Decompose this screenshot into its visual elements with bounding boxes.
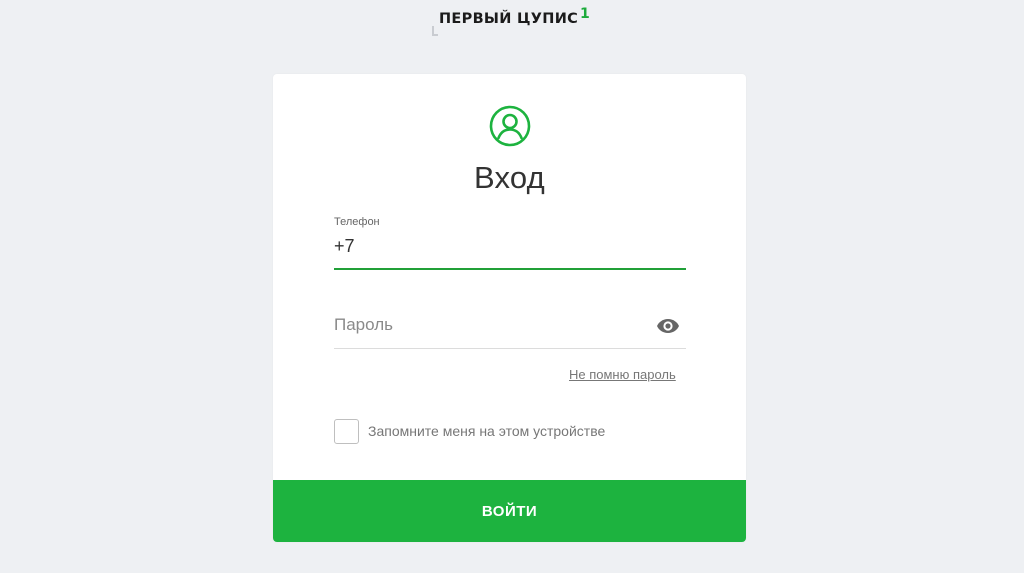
- password-input[interactable]: Пароль: [334, 315, 393, 335]
- logo-corner-mark: [432, 26, 438, 36]
- remember-me-checkbox[interactable]: [334, 419, 359, 444]
- phone-label: Телефон: [334, 216, 380, 228]
- eye-icon[interactable]: [656, 318, 680, 334]
- login-title: Вход: [474, 160, 545, 195]
- brand-mark: 1: [580, 6, 590, 22]
- remember-me-row[interactable]: Запомните меня на этом устройстве: [334, 419, 694, 444]
- login-page: ПЕРВЫЙ ЦУПИС 1 Вход Телефон +7 Пароль Не…: [0, 0, 1024, 573]
- password-field[interactable]: Пароль: [334, 308, 686, 349]
- user-circle-icon: [489, 105, 531, 147]
- forgot-password-link[interactable]: Не помню пароль: [569, 367, 676, 382]
- phone-field[interactable]: Телефон +7: [334, 214, 686, 270]
- phone-input[interactable]: +7: [334, 236, 355, 257]
- brand-name: ПЕРВЫЙ ЦУПИС: [439, 11, 579, 27]
- brand-logo: ПЕРВЫЙ ЦУПИС 1: [432, 6, 602, 36]
- remember-me-label[interactable]: Запомните меня на этом устройстве: [368, 423, 605, 439]
- login-card: Вход Телефон +7 Пароль Не помню пароль З…: [273, 74, 746, 542]
- login-button[interactable]: ВОЙТИ: [273, 480, 746, 542]
